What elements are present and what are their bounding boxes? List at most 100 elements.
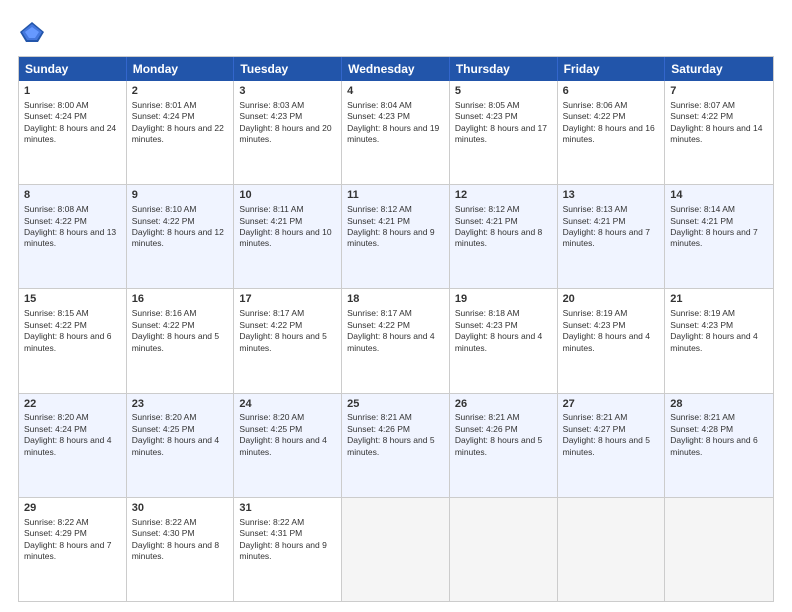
day-number: 14 [670, 188, 768, 203]
sunrise-label: Sunrise: 8:21 AM [563, 412, 628, 422]
calendar-cell [558, 498, 666, 601]
daylight-label: Daylight: 8 hours and 7 minutes. [670, 227, 757, 248]
calendar-cell: 21 Sunrise: 8:19 AM Sunset: 4:23 PM Dayl… [665, 289, 773, 392]
calendar-cell: 26 Sunrise: 8:21 AM Sunset: 4:26 PM Dayl… [450, 394, 558, 497]
page: SundayMondayTuesdayWednesdayThursdayFrid… [0, 0, 792, 612]
calendar-cell: 29 Sunrise: 8:22 AM Sunset: 4:29 PM Dayl… [19, 498, 127, 601]
sunrise-label: Sunrise: 8:17 AM [239, 308, 304, 318]
sunrise-label: Sunrise: 8:12 AM [347, 204, 412, 214]
sunset-label: Sunset: 4:22 PM [24, 320, 87, 330]
daylight-label: Daylight: 8 hours and 13 minutes. [24, 227, 116, 248]
cal-header-day: Monday [127, 57, 235, 81]
calendar-week-row: 8 Sunrise: 8:08 AM Sunset: 4:22 PM Dayli… [19, 185, 773, 289]
calendar-cell: 25 Sunrise: 8:21 AM Sunset: 4:26 PM Dayl… [342, 394, 450, 497]
calendar-cell: 19 Sunrise: 8:18 AM Sunset: 4:23 PM Dayl… [450, 289, 558, 392]
daylight-label: Daylight: 8 hours and 10 minutes. [239, 227, 331, 248]
calendar-cell: 31 Sunrise: 8:22 AM Sunset: 4:31 PM Dayl… [234, 498, 342, 601]
day-number: 5 [455, 84, 552, 99]
calendar-cell [665, 498, 773, 601]
day-number: 24 [239, 397, 336, 412]
calendar-cell: 16 Sunrise: 8:16 AM Sunset: 4:22 PM Dayl… [127, 289, 235, 392]
day-number: 25 [347, 397, 444, 412]
sunrise-label: Sunrise: 8:22 AM [239, 517, 304, 527]
day-number: 16 [132, 292, 229, 307]
sunset-label: Sunset: 4:21 PM [347, 216, 410, 226]
day-number: 4 [347, 84, 444, 99]
sunrise-label: Sunrise: 8:06 AM [563, 100, 628, 110]
sunrise-label: Sunrise: 8:22 AM [132, 517, 197, 527]
sunset-label: Sunset: 4:22 PM [132, 320, 195, 330]
sunset-label: Sunset: 4:22 PM [239, 320, 302, 330]
day-number: 1 [24, 84, 121, 99]
logo [18, 18, 50, 46]
sunrise-label: Sunrise: 8:01 AM [132, 100, 197, 110]
sunrise-label: Sunrise: 8:03 AM [239, 100, 304, 110]
sunrise-label: Sunrise: 8:07 AM [670, 100, 735, 110]
sunrise-label: Sunrise: 8:13 AM [563, 204, 628, 214]
daylight-label: Daylight: 8 hours and 5 minutes. [239, 331, 326, 352]
daylight-label: Daylight: 8 hours and 19 minutes. [347, 123, 439, 144]
daylight-label: Daylight: 8 hours and 6 minutes. [670, 435, 757, 456]
day-number: 8 [24, 188, 121, 203]
daylight-label: Daylight: 8 hours and 4 minutes. [24, 435, 111, 456]
calendar-cell: 4 Sunrise: 8:04 AM Sunset: 4:23 PM Dayli… [342, 81, 450, 184]
sunrise-label: Sunrise: 8:14 AM [670, 204, 735, 214]
daylight-label: Daylight: 8 hours and 14 minutes. [670, 123, 762, 144]
sunset-label: Sunset: 4:23 PM [455, 111, 518, 121]
daylight-label: Daylight: 8 hours and 24 minutes. [24, 123, 116, 144]
daylight-label: Daylight: 8 hours and 9 minutes. [239, 540, 326, 561]
sunset-label: Sunset: 4:22 PM [132, 216, 195, 226]
daylight-label: Daylight: 8 hours and 16 minutes. [563, 123, 655, 144]
calendar-cell: 3 Sunrise: 8:03 AM Sunset: 4:23 PM Dayli… [234, 81, 342, 184]
day-number: 12 [455, 188, 552, 203]
calendar-cell [342, 498, 450, 601]
cal-header-day: Wednesday [342, 57, 450, 81]
day-number: 22 [24, 397, 121, 412]
sunrise-label: Sunrise: 8:16 AM [132, 308, 197, 318]
day-number: 21 [670, 292, 768, 307]
daylight-label: Daylight: 8 hours and 4 minutes. [132, 435, 219, 456]
sunset-label: Sunset: 4:21 PM [670, 216, 733, 226]
sunset-label: Sunset: 4:24 PM [132, 111, 195, 121]
day-number: 6 [563, 84, 660, 99]
sunrise-label: Sunrise: 8:12 AM [455, 204, 520, 214]
calendar-cell: 1 Sunrise: 8:00 AM Sunset: 4:24 PM Dayli… [19, 81, 127, 184]
day-number: 26 [455, 397, 552, 412]
calendar-cell: 10 Sunrise: 8:11 AM Sunset: 4:21 PM Dayl… [234, 185, 342, 288]
sunset-label: Sunset: 4:26 PM [455, 424, 518, 434]
calendar-cell: 2 Sunrise: 8:01 AM Sunset: 4:24 PM Dayli… [127, 81, 235, 184]
daylight-label: Daylight: 8 hours and 7 minutes. [563, 227, 650, 248]
generalblue-logo-icon [18, 18, 46, 46]
daylight-label: Daylight: 8 hours and 5 minutes. [455, 435, 542, 456]
daylight-label: Daylight: 8 hours and 5 minutes. [132, 331, 219, 352]
daylight-label: Daylight: 8 hours and 4 minutes. [563, 331, 650, 352]
calendar-cell: 13 Sunrise: 8:13 AM Sunset: 4:21 PM Dayl… [558, 185, 666, 288]
calendar-cell: 28 Sunrise: 8:21 AM Sunset: 4:28 PM Dayl… [665, 394, 773, 497]
calendar-cell [450, 498, 558, 601]
calendar-cell: 27 Sunrise: 8:21 AM Sunset: 4:27 PM Dayl… [558, 394, 666, 497]
sunset-label: Sunset: 4:28 PM [670, 424, 733, 434]
daylight-label: Daylight: 8 hours and 8 minutes. [132, 540, 219, 561]
calendar-cell: 23 Sunrise: 8:20 AM Sunset: 4:25 PM Dayl… [127, 394, 235, 497]
daylight-label: Daylight: 8 hours and 9 minutes. [347, 227, 434, 248]
sunrise-label: Sunrise: 8:10 AM [132, 204, 197, 214]
sunset-label: Sunset: 4:24 PM [24, 424, 87, 434]
calendar-cell: 9 Sunrise: 8:10 AM Sunset: 4:22 PM Dayli… [127, 185, 235, 288]
daylight-label: Daylight: 8 hours and 7 minutes. [24, 540, 111, 561]
sunrise-label: Sunrise: 8:21 AM [670, 412, 735, 422]
calendar-week-row: 15 Sunrise: 8:15 AM Sunset: 4:22 PM Dayl… [19, 289, 773, 393]
day-number: 23 [132, 397, 229, 412]
cal-header-day: Thursday [450, 57, 558, 81]
sunrise-label: Sunrise: 8:08 AM [24, 204, 89, 214]
cal-header-day: Sunday [19, 57, 127, 81]
sunset-label: Sunset: 4:22 PM [347, 320, 410, 330]
sunset-label: Sunset: 4:21 PM [563, 216, 626, 226]
sunrise-label: Sunrise: 8:00 AM [24, 100, 89, 110]
sunrise-label: Sunrise: 8:19 AM [563, 308, 628, 318]
day-number: 2 [132, 84, 229, 99]
day-number: 19 [455, 292, 552, 307]
day-number: 10 [239, 188, 336, 203]
cal-header-day: Saturday [665, 57, 773, 81]
day-number: 13 [563, 188, 660, 203]
day-number: 7 [670, 84, 768, 99]
